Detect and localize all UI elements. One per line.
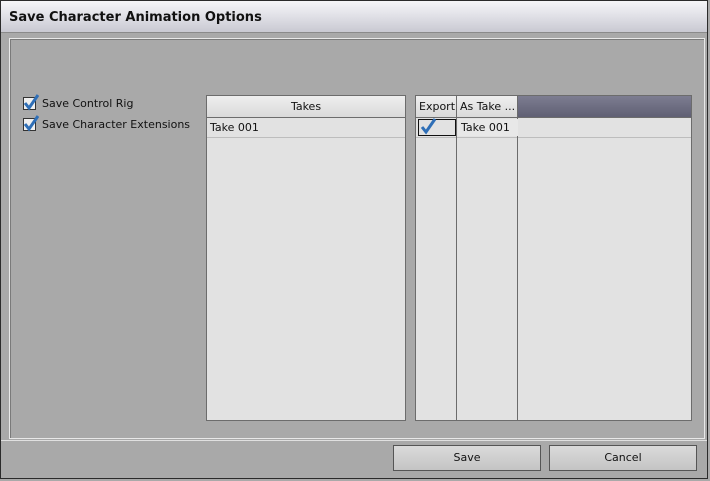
checkmark-icon bbox=[23, 93, 39, 111]
takes-header[interactable]: Takes bbox=[207, 96, 405, 118]
window-title: Save Character Animation Options bbox=[9, 10, 262, 25]
export-grid[interactable]: Export As Take ... Take 001 bbox=[415, 95, 692, 421]
title-bar[interactable]: Save Character Animation Options bbox=[1, 1, 707, 33]
divider bbox=[1, 440, 707, 441]
save-character-extensions-checkbox[interactable] bbox=[23, 114, 39, 132]
list-item[interactable]: Take 001 bbox=[207, 118, 405, 138]
save-character-animation-options-dialog: Save Character Animation Options Save Co… bbox=[0, 0, 708, 479]
column-export-header[interactable]: Export bbox=[416, 96, 457, 117]
checkmark-icon bbox=[420, 118, 436, 135]
save-button[interactable]: Save bbox=[393, 445, 541, 471]
export-checkbox[interactable] bbox=[418, 118, 456, 136]
save-control-rig-option[interactable]: Save Control Rig bbox=[23, 93, 134, 111]
checkmark-icon bbox=[23, 114, 39, 132]
save-character-extensions-label: Save Character Extensions bbox=[42, 117, 191, 131]
column-as-take-header[interactable]: As Take ... bbox=[457, 96, 518, 117]
as-take-cell[interactable]: Take 001 bbox=[458, 119, 518, 136]
cancel-button[interactable]: Cancel bbox=[549, 445, 697, 471]
grid-divider bbox=[416, 137, 691, 138]
save-control-rig-checkbox[interactable] bbox=[23, 93, 39, 111]
grid-header: Export As Take ... bbox=[416, 96, 691, 117]
grid-divider bbox=[517, 117, 518, 420]
takes-list[interactable]: Takes Take 001 bbox=[206, 95, 406, 421]
save-control-rig-label: Save Control Rig bbox=[42, 96, 134, 110]
save-character-extensions-option[interactable]: Save Character Extensions bbox=[23, 114, 191, 132]
grid-divider bbox=[456, 117, 457, 420]
grid-divider bbox=[416, 117, 691, 118]
